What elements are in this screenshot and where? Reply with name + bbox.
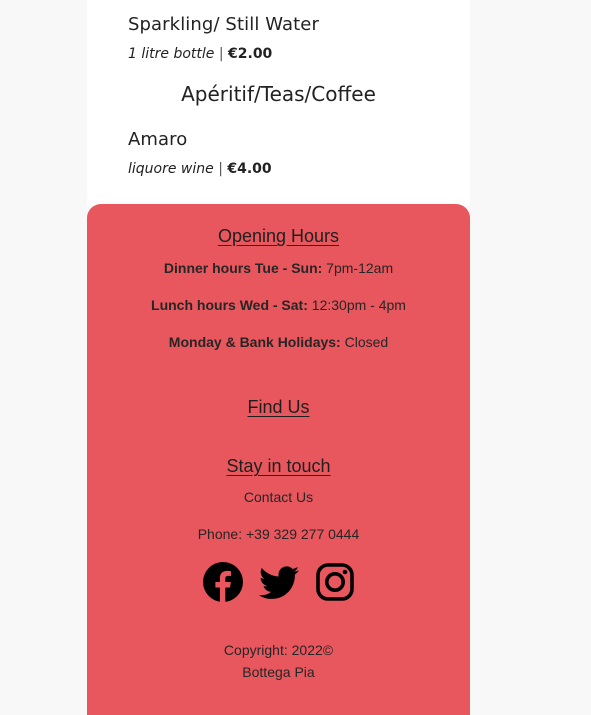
copyright-text: Copyright: 2022© (223, 642, 334, 658)
menu-item-price: €2.00 (228, 46, 273, 62)
menu-item-detail: 1 litre bottle | €2.00 (128, 46, 272, 62)
menu-item-separator: | (213, 161, 228, 177)
opening-hours-heading: Opening Hours (87, 226, 470, 247)
stay-in-touch-title: Stay in touch (226, 456, 331, 476)
menu-section-heading: Apéritif/Teas/Coffee (181, 82, 376, 106)
menu-item-separator: | (214, 46, 229, 62)
phone-number: Phone: +39 329 277 0444 (197, 526, 360, 542)
facebook-icon[interactable] (202, 562, 243, 602)
hours-value: 12:30pm - 4pm (307, 297, 406, 313)
menu-item-description: liquore wine (128, 161, 214, 177)
hours-label: Monday & Bank Holidays: (168, 334, 341, 350)
menu-item-detail: liquore wine | €4.00 (128, 161, 272, 177)
stay-in-touch-heading: Stay in touch (87, 456, 470, 477)
brand-name: Bottega Pia (242, 664, 315, 680)
content-column: Sparkling/ Still Water 1 litre bottle | … (87, 0, 470, 715)
hours-line: Lunch hours Wed - Sat: 12:30pm - 4pm (87, 297, 470, 313)
hours-line: Monday & Bank Holidays: Closed (87, 334, 470, 350)
hours-value: Closed (340, 334, 389, 350)
social-links (87, 562, 470, 606)
contact-us-link[interactable]: Contact Us (87, 489, 470, 505)
hours-value: 7pm-12am (322, 260, 394, 276)
opening-hours-title: Opening Hours (217, 226, 340, 246)
menu-item-name: Amaro (128, 129, 188, 150)
page: Sparkling/ Still Water 1 litre bottle | … (0, 0, 591, 715)
hours-line: Dinner hours Tue - Sun: 7pm-12am (87, 260, 470, 276)
footer: Opening Hours Dinner hours Tue - Sun: 7p… (87, 204, 470, 715)
menu-item-name: Sparkling/ Still Water (128, 14, 319, 35)
hours-label: Dinner hours Tue - Sun: (163, 260, 323, 276)
find-us-heading[interactable]: Find Us (87, 397, 470, 418)
instagram-icon[interactable] (315, 562, 355, 602)
hours-label: Lunch hours Wed - Sat: (151, 297, 308, 313)
twitter-icon[interactable] (258, 562, 299, 602)
menu-item-description: 1 litre bottle (128, 46, 215, 62)
menu-card: Sparkling/ Still Water 1 litre bottle | … (87, 0, 470, 206)
find-us-link[interactable]: Find Us (247, 397, 309, 417)
menu-item-price: €4.00 (227, 161, 272, 177)
